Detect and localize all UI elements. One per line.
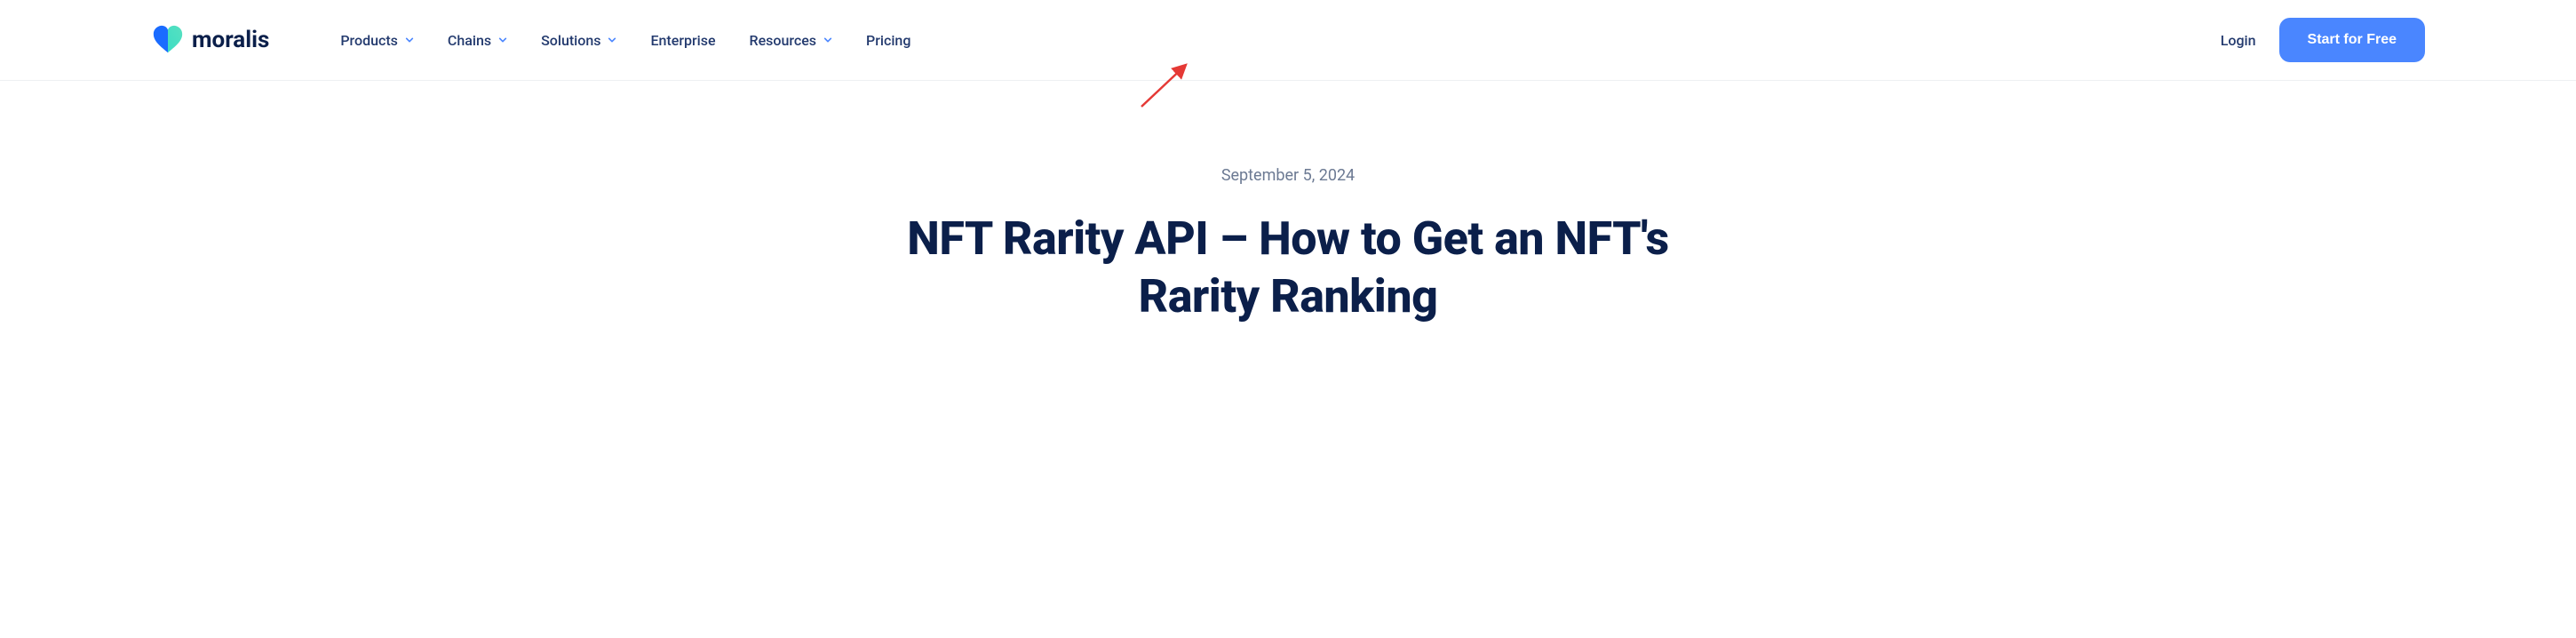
- nav-enterprise[interactable]: Enterprise: [650, 32, 715, 49]
- nav-pricing-label: Pricing: [866, 32, 910, 49]
- nav-chains-label: Chains: [448, 32, 491, 49]
- nav-solutions[interactable]: Solutions: [541, 32, 616, 49]
- nav-solutions-label: Solutions: [541, 32, 600, 49]
- chevron-down-icon: [405, 36, 414, 44]
- logo-icon: [151, 23, 185, 57]
- main-nav: Products Chains Solutions Enterprise: [340, 32, 910, 49]
- header-actions: Login Start for Free: [2221, 18, 2425, 62]
- nav-chains[interactable]: Chains: [448, 32, 507, 49]
- nav-resources-label: Resources: [750, 32, 817, 49]
- logo[interactable]: moralis: [151, 23, 269, 57]
- logo-text: moralis: [192, 27, 269, 53]
- nav-pricing[interactable]: Pricing: [866, 32, 910, 49]
- nav-products-label: Products: [340, 32, 398, 49]
- nav-resources[interactable]: Resources: [750, 32, 833, 49]
- chevron-down-icon: [823, 36, 832, 44]
- article-content: September 5, 2024 NFT Rarity API – How t…: [844, 81, 1732, 325]
- login-link[interactable]: Login: [2221, 32, 2256, 49]
- article-date: September 5, 2024: [844, 166, 1732, 185]
- chevron-down-icon: [498, 36, 507, 44]
- start-free-button[interactable]: Start for Free: [2279, 18, 2425, 62]
- site-header: moralis Products Chains Solutions: [0, 0, 2576, 81]
- article-title: NFT Rarity API – How to Get an NFT's Rar…: [844, 210, 1732, 325]
- nav-enterprise-label: Enterprise: [650, 32, 715, 49]
- nav-products[interactable]: Products: [340, 32, 414, 49]
- chevron-down-icon: [608, 36, 616, 44]
